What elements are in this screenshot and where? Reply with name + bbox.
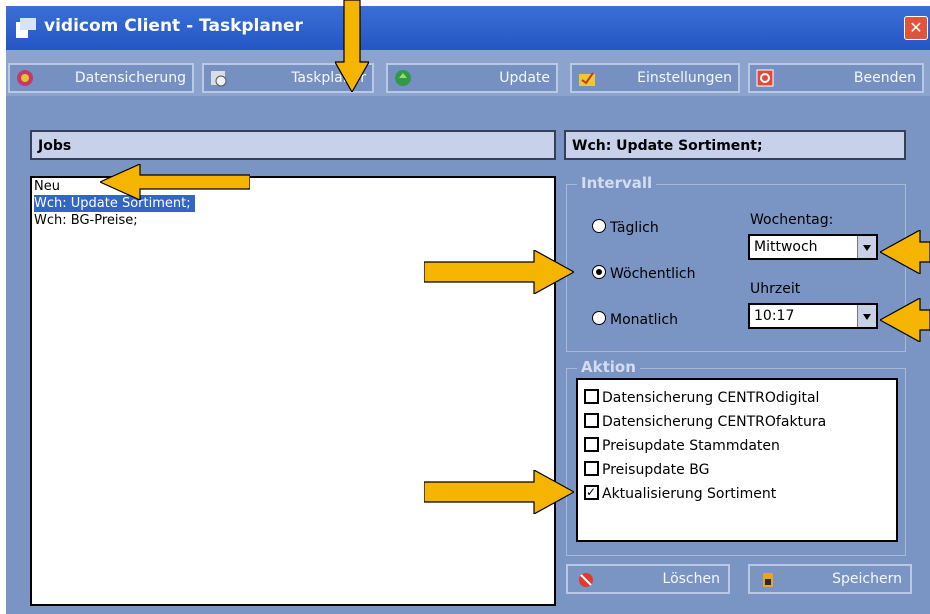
radio-circle: [592, 219, 606, 233]
aktion-title: Aktion: [577, 358, 640, 376]
dropdown-arrow-icon[interactable]: [857, 305, 876, 327]
checkbox-datensicherung-centrodigital[interactable]: Datensicherung CENTROdigital: [584, 388, 890, 412]
annotation-arrow-right: [424, 470, 574, 514]
wochentag-select[interactable]: Mittwoch: [748, 234, 878, 260]
title-bar: vidicom Client - Taskplaner ✕: [6, 6, 930, 50]
annotation-arrow-right: [424, 250, 574, 294]
radio-circle: [592, 311, 606, 325]
close-button[interactable]: ✕: [904, 16, 928, 40]
aktion-list: Datensicherung CENTROdigital Datensicher…: [576, 378, 898, 542]
update-button[interactable]: Update: [386, 63, 558, 93]
radio-circle-selected: [592, 265, 606, 279]
job-detail-header: Wch: Update Sortiment;: [564, 130, 906, 160]
einstellungen-button[interactable]: Einstellungen: [570, 63, 740, 93]
annotation-arrow-left: [880, 298, 930, 342]
loeschen-button[interactable]: Löschen: [566, 564, 730, 594]
jobs-header: Jobs: [30, 130, 556, 160]
intervall-title: Intervall: [577, 174, 657, 192]
speichern-button[interactable]: Speichern: [748, 564, 912, 594]
job-item-bg-preise[interactable]: Wch: BG-Preise;: [32, 212, 554, 229]
wochentag-label: Wochentag:: [750, 212, 834, 228]
loeschen-icon: [579, 573, 593, 587]
app-icon: [16, 18, 36, 38]
update-icon: [395, 70, 411, 86]
toolbar: Datensicherung Taskplaner Update Einstel…: [6, 50, 930, 96]
checkbox-preisupdate-bg[interactable]: Preisupdate BG: [584, 460, 890, 484]
speichern-icon: [763, 573, 773, 587]
dropdown-arrow-icon[interactable]: [857, 236, 876, 258]
window-title: vidicom Client - Taskplaner: [44, 16, 303, 36]
beenden-button[interactable]: Beenden: [748, 63, 924, 93]
datensicherung-icon: [17, 70, 33, 86]
uhrzeit-select[interactable]: 10:17: [748, 303, 878, 329]
annotation-arrow-left: [880, 230, 930, 274]
checkbox-aktualisierung-sortiment[interactable]: Aktualisierung Sortiment: [584, 482, 890, 508]
checkbox-preisupdate-stammdaten[interactable]: Preisupdate Stammdaten: [584, 436, 890, 460]
radio-taeglich[interactable]: Täglich: [592, 219, 659, 236]
close-icon: ✕: [909, 18, 923, 37]
jobs-list: Neu Wch: Update Sortiment; Wch: BG-Preis…: [30, 176, 556, 606]
beenden-icon: [756, 69, 774, 87]
einstellungen-icon: [579, 72, 595, 86]
taskplaner-icon: [211, 71, 227, 87]
annotation-arrow-left: [100, 164, 250, 200]
datensicherung-button[interactable]: Datensicherung: [8, 63, 194, 93]
annotation-arrow-down: [335, 0, 369, 92]
radio-monatlich[interactable]: Monatlich: [592, 311, 678, 328]
app-window: vidicom Client - Taskplaner ✕ Datensiche…: [6, 6, 930, 614]
checkbox-datensicherung-centrofaktura[interactable]: Datensicherung CENTROfaktura: [584, 412, 890, 436]
uhrzeit-label: Uhrzeit: [750, 281, 801, 297]
radio-woechentlich[interactable]: Wöchentlich: [592, 265, 695, 282]
